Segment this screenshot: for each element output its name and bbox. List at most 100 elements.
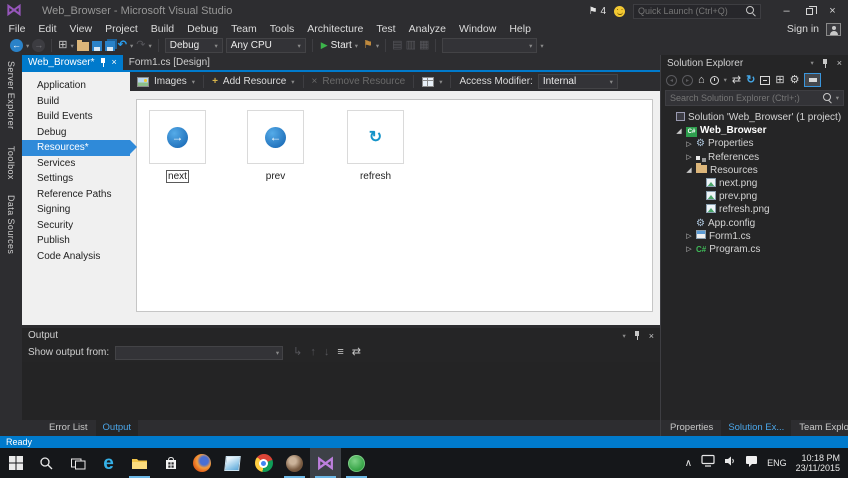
clock[interactable]: 10:18 PM 23/11/2015 <box>796 453 840 474</box>
tree-item-refresh.png[interactable]: refresh.png <box>661 203 848 216</box>
tree-item-resources[interactable]: ◢ Resources <box>661 163 848 177</box>
expander-icon[interactable]: ◢ <box>685 166 693 174</box>
images-dropdown[interactable]: Images <box>154 76 187 87</box>
find-message-icon[interactable]: ↳ <box>293 346 302 359</box>
forward-icon[interactable]: ▸ <box>682 74 693 86</box>
window-position-dropdown[interactable]: ▾ <box>622 332 625 340</box>
home-icon[interactable]: ⌂ <box>698 74 705 86</box>
tray-overflow-chevron-icon[interactable]: ∧ <box>685 458 692 469</box>
close-panel-icon[interactable]: × <box>649 331 654 341</box>
user-avatar-icon[interactable] <box>826 22 841 36</box>
tree-item-form1.cs[interactable]: ▷ Form1.cs <box>661 230 848 243</box>
expander-icon[interactable]: ▷ <box>685 153 693 161</box>
open-file-icon[interactable] <box>76 40 89 51</box>
add-resource-button[interactable]: Add Resource <box>223 76 286 87</box>
language-indicator[interactable]: ENG <box>767 458 787 468</box>
settings-nav-signing[interactable]: Signing <box>22 202 130 218</box>
previous-message-icon[interactable]: ↑ <box>310 346 316 359</box>
menu-view[interactable]: View <box>63 23 99 35</box>
taskbar-globe-app-icon[interactable] <box>341 448 372 478</box>
resource-tile-next[interactable]: → <box>149 110 206 164</box>
menu-edit[interactable]: Edit <box>32 23 63 35</box>
close-button[interactable]: × <box>823 4 842 19</box>
build-selection-icon[interactable]: ▥ <box>406 39 416 52</box>
taskbar-chrome-icon[interactable] <box>248 448 279 478</box>
solution-platform-dropdown[interactable]: Any CPU ▾ <box>225 38 306 53</box>
pending-changes-filter-icon[interactable] <box>709 75 719 85</box>
build-icon[interactable]: ▤ <box>392 39 402 52</box>
menu-build[interactable]: Build <box>144 23 180 35</box>
taskbar-store-icon[interactable] <box>155 448 186 478</box>
filter-dropdown[interactable]: ▾ <box>724 76 727 84</box>
back-icon[interactable]: ◂ <box>666 74 677 86</box>
close-tab-icon[interactable]: × <box>112 58 117 67</box>
taskbar-start-icon[interactable] <box>0 448 31 478</box>
search-options-dropdown[interactable]: ▾ <box>836 94 839 102</box>
tree-item-app.config[interactable]: ⚙ App.config <box>661 217 848 230</box>
notifications-flag-icon[interactable]: ⚑ 4 <box>588 6 606 17</box>
clear-all-icon[interactable]: ≡ <box>337 346 343 359</box>
panel-tab-error-list[interactable]: Error List <box>42 420 95 436</box>
panel-tab-solution-ex-[interactable]: Solution Ex... <box>721 420 792 436</box>
menu-tools[interactable]: Tools <box>263 23 301 35</box>
menu-project[interactable]: Project <box>99 23 145 35</box>
taskbar-firefox-icon[interactable] <box>186 448 217 478</box>
next-message-icon[interactable]: ↓ <box>324 346 330 359</box>
collapse-all-icon[interactable] <box>760 75 771 85</box>
expander-icon[interactable]: ▷ <box>685 245 693 253</box>
volume-icon[interactable] <box>724 454 736 472</box>
settings-nav-reference-paths[interactable]: Reference Paths <box>22 187 130 203</box>
feedback-smiley-icon[interactable] <box>614 5 625 17</box>
settings-nav-resources-[interactable]: Resources* <box>22 140 137 156</box>
taskbar-edge-icon[interactable]: e <box>93 448 124 478</box>
resource-tile-refresh[interactable]: ↻ <box>347 110 404 164</box>
panel-tab-properties[interactable]: Properties <box>663 420 720 436</box>
quick-launch-box[interactable] <box>633 3 761 19</box>
cancel-build-icon[interactable]: ▦ <box>419 39 429 52</box>
profiler-dropdown[interactable]: ▾ <box>376 42 379 50</box>
properties-wrench-icon[interactable]: ⚙ <box>790 74 800 86</box>
save-icon[interactable] <box>91 40 102 51</box>
menu-help[interactable]: Help <box>503 23 538 35</box>
tree-item-next.png[interactable]: next.png <box>661 177 848 190</box>
pin-icon[interactable] <box>634 331 641 340</box>
tree-item-references[interactable]: ▷ References <box>661 151 848 164</box>
taskbar-search-icon[interactable] <box>31 448 62 478</box>
document-tab[interactable]: Form1.cs [Design] <box>123 55 216 70</box>
menu-analyze[interactable]: Analyze <box>402 23 452 35</box>
remove-resource-button[interactable]: Remove Resource <box>322 76 405 87</box>
view-style-dropdown[interactable]: ▾ <box>439 78 442 86</box>
settings-nav-code-analysis[interactable]: Code Analysis <box>22 249 130 265</box>
sign-in-link[interactable]: Sign in <box>787 23 819 35</box>
expander-icon[interactable]: ▷ <box>685 140 693 148</box>
menu-file[interactable]: File <box>2 23 32 35</box>
tree-item-web-browser[interactable]: ◢ C# Web_Browser <box>661 124 848 137</box>
toolbar-overflow[interactable]: ▾ <box>540 42 543 50</box>
quick-launch-input[interactable] <box>638 6 742 16</box>
navigate-back-dropdown[interactable]: ▾ <box>26 42 29 50</box>
settings-nav-settings[interactable]: Settings <box>22 171 130 187</box>
resource-tile-prev[interactable]: ← <box>247 110 304 164</box>
tree-item-prev.png[interactable]: prev.png <box>661 190 848 203</box>
side-tab-toolbox[interactable]: Toolbox <box>6 146 16 180</box>
resources-list-panel[interactable]: → next ← prev ↻ refresh <box>136 99 653 312</box>
settings-nav-application[interactable]: Application <box>22 78 130 94</box>
settings-nav-publish[interactable]: Publish <box>22 233 130 249</box>
expander-icon[interactable]: ◢ <box>675 127 683 135</box>
view-style-icon[interactable] <box>422 76 435 87</box>
output-source-dropdown[interactable]: ▾ <box>115 345 284 360</box>
new-project-dropdown[interactable]: ▾ <box>70 42 73 50</box>
panel-tab-team-explo-[interactable]: Team Explo... <box>792 420 848 436</box>
tree-item-solution-web-browser-1-project-[interactable]: Solution 'Web_Browser' (1 project) <box>661 111 848 124</box>
menu-architecture[interactable]: Architecture <box>301 23 370 35</box>
refresh-icon[interactable]: ↻ <box>746 74 755 86</box>
taskbar-visual-studio-icon[interactable]: ⋈ <box>310 448 341 478</box>
undo-dropdown[interactable]: ▾ <box>130 42 133 50</box>
expander-icon[interactable]: ▷ <box>685 232 693 240</box>
taskbar-gimp-icon[interactable] <box>279 448 310 478</box>
settings-nav-security[interactable]: Security <box>22 218 130 234</box>
new-project-icon[interactable]: ⊞ <box>58 39 67 52</box>
undo-icon[interactable]: ↶ <box>118 39 127 52</box>
close-panel-icon[interactable]: × <box>837 58 842 68</box>
tree-item-properties[interactable]: ▷ ⚙ Properties <box>661 137 848 150</box>
